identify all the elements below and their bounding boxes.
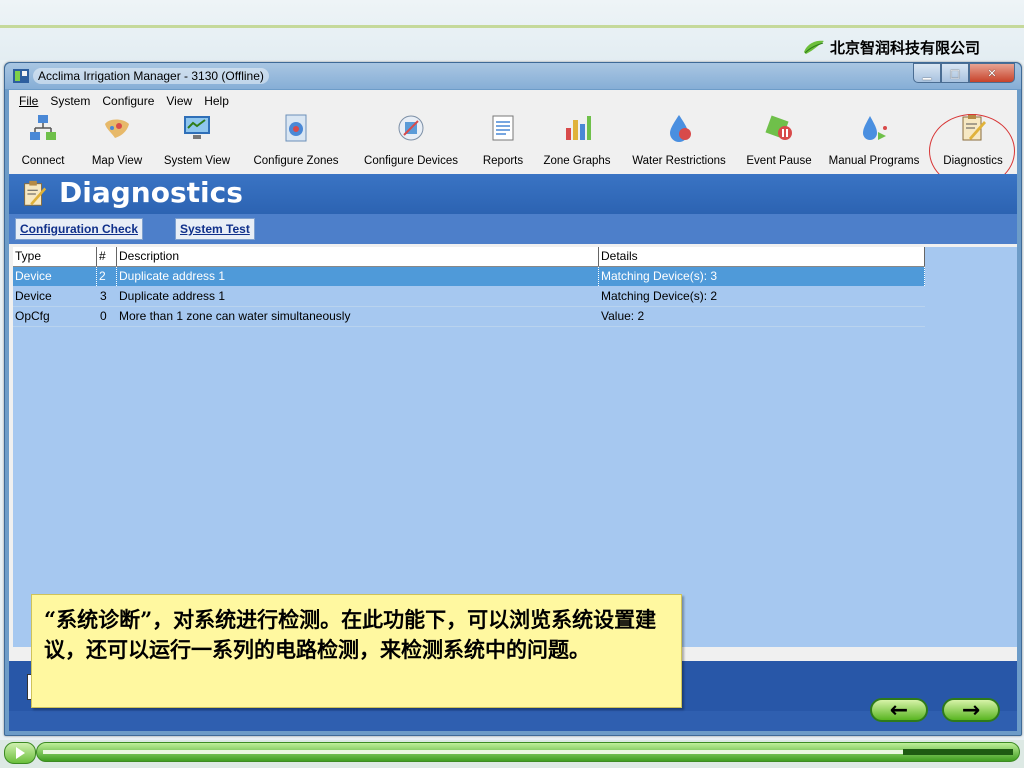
status-strip [9,711,1017,731]
toolbar-event-pause-label: Event Pause [746,155,812,167]
menu-configure[interactable]: Configure [98,90,158,108]
minimize-icon: ▁ [922,66,932,80]
cell-description: More than 1 zone can water simultaneousl… [119,309,351,323]
progress-track[interactable] [36,742,1020,762]
minimize-button[interactable]: ▁ [913,63,941,83]
cell-type: Device [15,289,52,303]
toolbar-manual-programs-label: Manual Programs [828,155,920,167]
toolbar-configure-zones-button[interactable]: Configure Zones [245,110,347,172]
toolbar-map-view-button[interactable]: Map View [85,110,149,172]
cell-number: 0 [100,309,107,323]
column-header-description[interactable]: Description [117,247,599,266]
toolbar-connect-button[interactable]: Connect [13,110,73,172]
cell-description: Duplicate address 1 [119,289,226,303]
toolbar-water-restrictions-label: Water Restrictions [632,155,726,167]
menu-file[interactable]: File [15,90,42,108]
diagnostics-table: Type # Description Details Device 2 Dupl… [13,247,925,647]
cell-details: Matching Device(s): 2 [601,289,718,303]
company-name: 北京智润科技有限公司 [829,38,980,57]
manual-programs-icon [863,116,887,140]
title-bar[interactable]: Acclima Irrigation Manager - 3130 (Offli… [5,63,1021,89]
arrow-right-icon: → [961,697,981,723]
toolbar-zone-graphs-label: Zone Graphs [543,155,611,167]
toolbar-configure-devices-label: Configure Devices [364,155,458,167]
arrow-left-icon: ← [889,697,909,723]
menu-view[interactable]: View [162,90,196,108]
progress-thumb[interactable] [903,749,1013,755]
toolbar-system-view-label: System View [163,155,231,167]
toolbar-configure-devices-button[interactable]: Configure Devices [355,110,467,172]
cell-type: OpCfg [15,309,50,323]
tab-strip: Configuration Check System Test [9,214,1017,244]
water-restrictions-icon [670,115,691,142]
diagnostics-header-icon [24,180,47,206]
annotation-callout: “系统诊断”，对系统进行检测。在此功能下，可以浏览系统设置建议，还可以运行一系列… [31,594,682,708]
tab-system-test[interactable]: System Test [175,218,255,240]
cell-details: Value: 2 [601,309,645,323]
previous-slide-button[interactable]: ← [870,697,928,723]
maximize-button[interactable]: □ [941,63,969,83]
connect-icon [30,115,56,140]
table-header-row: Type # Description Details [13,247,925,267]
slide-top-rule [0,25,1024,28]
table-row[interactable]: Device 3 Duplicate address 1 Matching De… [13,287,925,307]
reports-icon [492,115,514,141]
column-header-type[interactable]: Type [13,247,97,266]
toolbar-reports-button[interactable]: Reports [475,110,531,172]
toolbar-event-pause-button[interactable]: Event Pause [741,110,817,172]
table-row[interactable]: Device 2 Duplicate address 1 Matching De… [13,267,925,286]
toolbar-connect-label: Connect [21,155,65,167]
toolbar-water-restrictions-button[interactable]: Water Restrictions [623,110,735,172]
column-header-details[interactable]: Details [599,247,925,266]
system-view-icon [184,116,210,139]
column-header-number[interactable]: # [97,247,117,266]
devices-icon [398,115,424,141]
map-icon [105,119,129,138]
menu-bar: File System Configure View Help [9,90,1017,108]
table-row[interactable]: OpCfg 0 More than 1 zone can water simul… [13,307,925,327]
window-title: Acclima Irrigation Manager - 3130 (Offli… [33,68,269,84]
cell-description: Duplicate address 1 [117,267,599,286]
cell-type: Device [13,267,97,286]
table-empty-area [925,247,1017,647]
cell-details: Matching Device(s): 3 [599,267,925,286]
progress-bar [43,750,1011,754]
tab-configuration-check[interactable]: Configuration Check [15,218,144,240]
close-button[interactable]: ✕ [969,63,1015,83]
maximize-icon: □ [949,66,961,80]
toolbar-system-view-button[interactable]: System View [157,110,237,172]
page-title: Diagnostics [59,176,243,209]
page-header: Diagnostics [9,174,1017,214]
menu-system[interactable]: System [46,90,94,108]
company-logo-icon [803,40,824,54]
toolbar-configure-zones-label: Configure Zones [253,155,339,167]
window-controls: ▁ □ ✕ [913,63,1015,83]
play-button[interactable] [4,742,36,764]
event-pause-icon [765,115,792,140]
menu-help[interactable]: Help [200,90,233,108]
toolbar-reports-label: Reports [482,155,524,167]
zones-icon [285,114,307,142]
cell-number: 3 [100,289,107,303]
toolbar: Connect Map View System View Configure Z… [9,110,1017,188]
cell-number: 2 [97,267,117,286]
toolbar-zone-graphs-button[interactable]: Zone Graphs [537,110,617,172]
toolbar-map-view-label: Map View [91,155,143,167]
graphs-icon [566,116,591,140]
company-brand: 北京智润科技有限公司 [802,36,980,58]
app-icon [13,69,29,83]
media-player-bar [0,740,1024,768]
next-slide-button[interactable]: → [942,697,1000,723]
close-icon: ✕ [987,66,997,80]
toolbar-manual-programs-button[interactable]: Manual Programs [823,110,925,172]
